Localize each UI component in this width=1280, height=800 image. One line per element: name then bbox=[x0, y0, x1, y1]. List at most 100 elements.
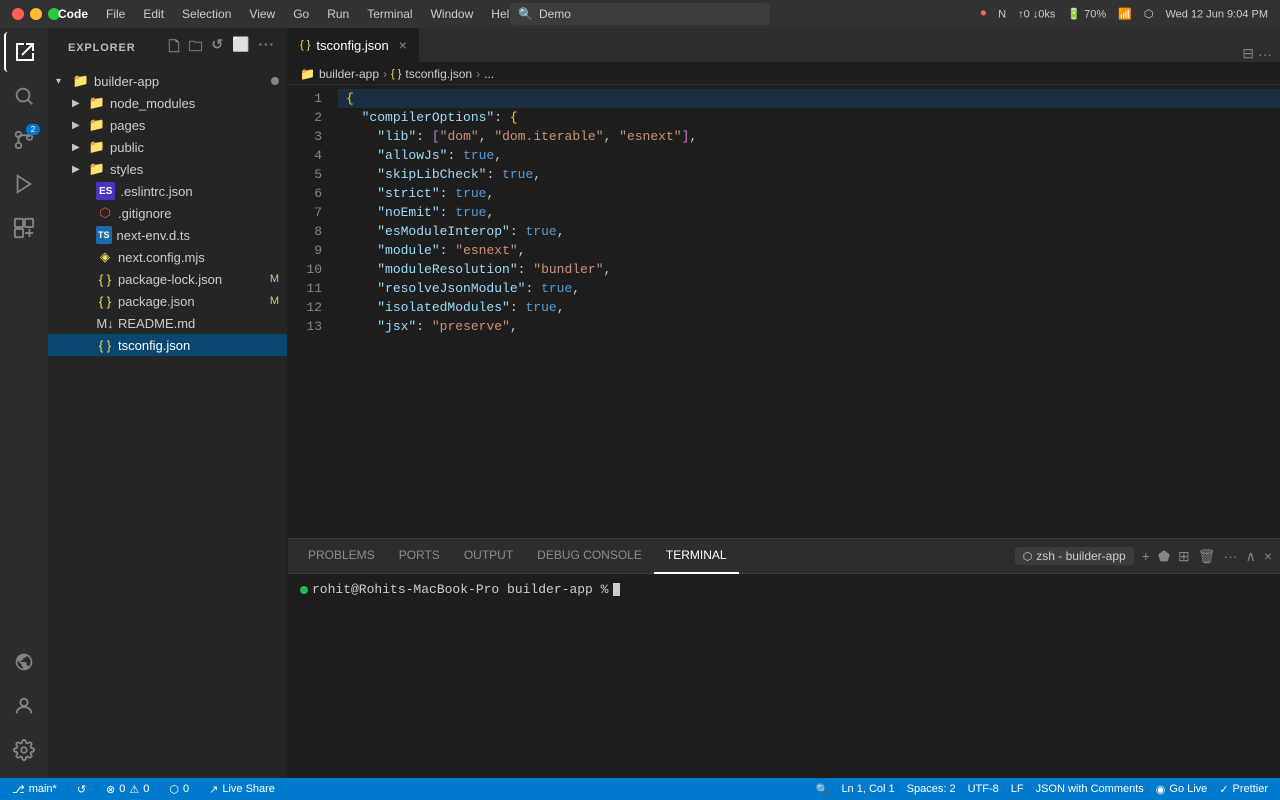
close-panel-icon[interactable]: × bbox=[1264, 548, 1272, 564]
menu-bar: Code File Edit Selection View Go Run Ter… bbox=[50, 5, 524, 23]
editor-area: { } tsconfig.json × ⊟ ··· 📁 builder-app … bbox=[288, 28, 1280, 778]
live-share-icon: ↗ bbox=[209, 783, 218, 796]
search-bar[interactable]: 🔍 Demo bbox=[510, 3, 770, 25]
tab-actions: ⊟ ··· bbox=[1234, 45, 1280, 62]
menu-file[interactable]: File bbox=[98, 5, 133, 23]
menu-terminal[interactable]: Terminal bbox=[359, 5, 420, 23]
more-icon[interactable]: ··· bbox=[258, 36, 275, 60]
status-position[interactable]: Ln 1, Col 1 bbox=[837, 778, 898, 800]
panel-tab-output[interactable]: OUTPUT bbox=[452, 539, 525, 574]
sidebar-item-node-modules[interactable]: ▶ 📁 node_modules bbox=[48, 92, 287, 114]
new-folder-icon[interactable]: 🗀 bbox=[189, 36, 204, 60]
sidebar-item-package-lock[interactable]: { } package-lock.json M bbox=[48, 268, 287, 290]
panel-tab-ports[interactable]: PORTS bbox=[387, 539, 452, 574]
menu-selection[interactable]: Selection bbox=[174, 5, 239, 23]
remote-icon[interactable] bbox=[4, 642, 44, 682]
collapse-icon[interactable]: ⬜ bbox=[232, 36, 250, 60]
status-prettier[interactable]: ✓ Prettier bbox=[1215, 778, 1272, 800]
breadcrumb-symbol[interactable]: ... bbox=[484, 67, 494, 81]
file-name-node-modules: node_modules bbox=[110, 96, 287, 111]
sidebar-item-public[interactable]: ▶ 📁 public bbox=[48, 136, 287, 158]
source-control-activity-icon[interactable]: 2 bbox=[4, 120, 44, 160]
sidebar-header-icons: 🗋 🗀 ↺ ⬜ ··· bbox=[168, 36, 275, 60]
tab-tsconfig[interactable]: { } tsconfig.json × bbox=[288, 27, 420, 62]
file-name-readme: README.md bbox=[118, 316, 287, 331]
more-terminal-icon[interactable]: ··· bbox=[1224, 548, 1238, 564]
search-activity-icon[interactable] bbox=[4, 76, 44, 116]
split-terminal-icon[interactable]: ⬟ bbox=[1158, 548, 1170, 565]
terminal-layout-icon[interactable]: ⊞ bbox=[1178, 548, 1190, 565]
menu-window[interactable]: Window bbox=[423, 5, 482, 23]
bluetooth-icon: ⬡ bbox=[1144, 8, 1154, 21]
maximize-panel-icon[interactable]: ∧ bbox=[1246, 548, 1256, 565]
port-count: 0 bbox=[183, 783, 189, 795]
tab-close-button[interactable]: × bbox=[399, 37, 407, 53]
menu-edit[interactable]: Edit bbox=[135, 5, 172, 23]
status-port[interactable]: ⬡ 0 bbox=[165, 778, 193, 800]
panel-tab-terminal[interactable]: TERMINAL bbox=[654, 539, 739, 574]
new-file-icon[interactable]: 🗋 bbox=[168, 36, 180, 60]
menu-go[interactable]: Go bbox=[285, 5, 317, 23]
close-button[interactable] bbox=[12, 8, 24, 20]
new-terminal-icon[interactable]: + bbox=[1142, 548, 1150, 564]
wifi-icon: 📶 bbox=[1118, 8, 1132, 21]
sidebar-item-pages[interactable]: ▶ 📁 pages bbox=[48, 114, 287, 136]
refresh-icon[interactable]: ↺ bbox=[211, 36, 224, 60]
run-debug-activity-icon[interactable] bbox=[4, 164, 44, 204]
more-tabs-icon[interactable]: ··· bbox=[1258, 46, 1272, 62]
minimize-button[interactable] bbox=[30, 8, 42, 20]
sidebar-item-tsconfig[interactable]: { } tsconfig.json bbox=[48, 334, 287, 356]
delete-terminal-icon[interactable]: 🗑 bbox=[1198, 548, 1216, 565]
git-icon: ⬡ bbox=[96, 204, 114, 222]
breadcrumb: 📁 builder-app › { } tsconfig.json › ... bbox=[288, 63, 1280, 85]
status-errors[interactable]: ⊗ 0 ⚠ 0 bbox=[102, 778, 153, 800]
search-status-icon: 🔍 bbox=[816, 783, 830, 796]
readme-icon: M↓ bbox=[96, 314, 114, 332]
nord-icon: N bbox=[998, 8, 1006, 20]
menu-code[interactable]: Code bbox=[50, 5, 96, 23]
code-line-7: "noEmit": true, bbox=[338, 203, 1280, 222]
error-icon: ⊗ bbox=[106, 783, 115, 796]
panel-tab-debug[interactable]: DEBUG CONSOLE bbox=[525, 539, 654, 574]
explorer-activity-icon[interactable] bbox=[4, 32, 44, 72]
settings-icon[interactable] bbox=[4, 730, 44, 770]
status-line-ending[interactable]: LF bbox=[1007, 778, 1028, 800]
go-live-label: Go Live bbox=[1169, 783, 1207, 795]
menu-view[interactable]: View bbox=[241, 5, 283, 23]
tsconfig-icon: { } bbox=[96, 336, 114, 354]
panel-tabs: PROBLEMS PORTS OUTPUT DEBUG CONSOLE TERM… bbox=[288, 539, 1280, 574]
package-lock-icon: { } bbox=[96, 270, 114, 288]
line-numbers: 1 2 3 4 5 6 7 8 9 10 11 12 13 bbox=[288, 85, 338, 538]
status-language[interactable]: JSON with Comments bbox=[1032, 778, 1148, 800]
breadcrumb-file[interactable]: tsconfig.json bbox=[405, 67, 472, 81]
sidebar-item-styles[interactable]: ▶ 📁 styles bbox=[48, 158, 287, 180]
code-content[interactable]: { "compilerOptions": { "lib": ["dom", "d… bbox=[338, 85, 1280, 538]
code-editor[interactable]: 1 2 3 4 5 6 7 8 9 10 11 12 13 { "compile bbox=[288, 85, 1280, 538]
sidebar-item-eslintrc[interactable]: ES .eslintrc.json bbox=[48, 180, 287, 202]
sidebar-item-readme[interactable]: M↓ README.md bbox=[48, 312, 287, 334]
extensions-activity-icon[interactable] bbox=[4, 208, 44, 248]
status-spaces[interactable]: Spaces: 2 bbox=[903, 778, 960, 800]
status-go-live[interactable]: ◉ Go Live bbox=[1152, 778, 1212, 800]
sidebar-item-next-config[interactable]: ◈ next.config.mjs bbox=[48, 246, 287, 268]
status-sync[interactable]: ↺ bbox=[73, 778, 90, 800]
status-search[interactable]: 🔍 bbox=[812, 778, 834, 800]
status-branch[interactable]: ⎇ main* bbox=[8, 778, 61, 800]
terminal-content[interactable]: rohit@Rohits-MacBook-Pro builder-app % bbox=[288, 574, 1280, 778]
status-live-share[interactable]: ↗ Live Share bbox=[205, 778, 279, 800]
folder-arrow: ▶ bbox=[72, 120, 88, 131]
breadcrumb-root[interactable]: builder-app bbox=[319, 67, 379, 81]
code-line-1: { bbox=[338, 89, 1280, 108]
sidebar-item-next-env[interactable]: TS next-env.d.ts bbox=[48, 224, 287, 246]
folder-arrow: ▶ bbox=[72, 164, 88, 175]
status-encoding[interactable]: UTF-8 bbox=[964, 778, 1003, 800]
sidebar-item-package[interactable]: { } package.json M bbox=[48, 290, 287, 312]
menu-run[interactable]: Run bbox=[319, 5, 357, 23]
accounts-icon[interactable] bbox=[4, 686, 44, 726]
split-editor-icon[interactable]: ⊟ bbox=[1242, 45, 1254, 62]
sidebar-item-builder-app[interactable]: ▾ 📁 builder-app bbox=[48, 70, 287, 92]
panel-tab-problems[interactable]: PROBLEMS bbox=[296, 539, 387, 574]
breadcrumb-file-icon: { } bbox=[391, 68, 401, 80]
public-icon: 📁 bbox=[88, 138, 106, 156]
sidebar-item-gitignore[interactable]: ⬡ .gitignore bbox=[48, 202, 287, 224]
